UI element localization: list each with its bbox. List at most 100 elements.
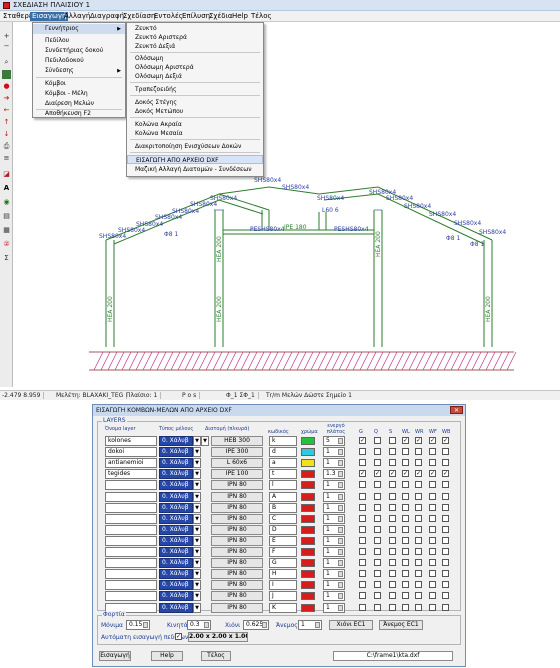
load-checkbox[interactable]: [442, 559, 449, 567]
load-checkbox[interactable]: [402, 548, 409, 555]
member-type-select[interactable]: 0. Χάλυβ: [159, 469, 193, 480]
live-load-input[interactable]: 0.3: [187, 620, 211, 630]
color-swatch[interactable]: [301, 592, 315, 601]
spin-icon[interactable]: [338, 515, 343, 522]
chevron-down-icon[interactable]: ▼: [193, 524, 201, 535]
layer-name-input[interactable]: [105, 513, 157, 524]
width-spinner[interactable]: 1: [323, 535, 345, 546]
load-checkbox[interactable]: [442, 481, 449, 489]
load-checkbox[interactable]: [442, 581, 449, 589]
number-tool-icon[interactable]: ②: [2, 240, 11, 249]
load-checkbox[interactable]: [402, 525, 409, 533]
layer-name-input[interactable]: [105, 502, 157, 513]
load-checkbox[interactable]: [402, 603, 409, 611]
arrow-left-tool-icon[interactable]: ←: [2, 106, 11, 115]
load-checkbox[interactable]: [429, 581, 436, 589]
load-checkbox[interactable]: [429, 570, 436, 578]
load-checkbox[interactable]: [374, 448, 381, 456]
load-checkbox[interactable]: [389, 437, 396, 444]
load-checkbox[interactable]: [389, 448, 396, 456]
snow-load-input[interactable]: 0.625: [243, 620, 269, 630]
permanent-load-input[interactable]: 0.15: [126, 620, 150, 630]
code-input[interactable]: d: [269, 447, 297, 458]
code-input[interactable]: I: [269, 580, 297, 591]
spin-icon[interactable]: [338, 526, 343, 533]
load-checkbox[interactable]: [359, 536, 366, 544]
load-checkbox[interactable]: [415, 481, 422, 489]
member-type-select[interactable]: 0. Χάλυβ: [159, 602, 193, 613]
width-spinner[interactable]: 5: [323, 436, 345, 446]
load-checkbox[interactable]: [389, 525, 396, 533]
spin-icon[interactable]: [338, 471, 343, 478]
menu-item-generator[interactable]: Γεννήτριος ▶: [33, 24, 125, 34]
width-spinner[interactable]: 1: [323, 591, 345, 602]
snow-ec1-button[interactable]: Χιόνι EC1: [329, 620, 373, 630]
arrow-down-tool-icon[interactable]: ↓: [2, 130, 11, 139]
chevron-down-icon[interactable]: ▼: [193, 480, 201, 491]
load-checkbox[interactable]: [415, 459, 422, 467]
menu-item-save[interactable]: Αποθήκευση F2: [33, 109, 125, 119]
load-checkbox[interactable]: [442, 514, 449, 522]
member-type-select[interactable]: 0. Χάλυβ: [159, 591, 193, 602]
load-checkbox[interactable]: ✓: [359, 470, 366, 478]
section-button[interactable]: IPN 80: [211, 558, 263, 569]
menu-item-diairesi[interactable]: Διαίρεση Μελών: [33, 99, 125, 109]
load-checkbox[interactable]: [359, 548, 366, 555]
wind-ec1-button[interactable]: Άνεμος EC1: [379, 620, 423, 630]
load-checkbox[interactable]: [442, 503, 449, 511]
width-spinner[interactable]: 1: [323, 524, 345, 535]
spin-icon[interactable]: [338, 537, 343, 544]
submenu-item-kolona-akraia[interactable]: Κολώνα Ακραία: [127, 120, 263, 129]
menu-telos[interactable]: Τέλος: [249, 12, 274, 21]
layer-name-input[interactable]: [105, 480, 157, 491]
width-spinner[interactable]: 1: [323, 602, 345, 613]
color-swatch[interactable]: [301, 503, 315, 512]
mesh-tool-icon[interactable]: ▦: [2, 226, 11, 235]
submenu-item-dokos-stegis[interactable]: Δοκός Στέγης: [127, 98, 263, 107]
load-checkbox[interactable]: [359, 570, 366, 578]
load-checkbox[interactable]: [389, 559, 396, 567]
color-swatch[interactable]: [301, 470, 315, 479]
width-spinner[interactable]: 1: [323, 458, 345, 469]
section-button[interactable]: IPN 80: [211, 602, 263, 613]
zoom-icon[interactable]: ⌕: [2, 58, 11, 67]
color-swatch[interactable]: [301, 448, 315, 457]
color-swatch[interactable]: [301, 603, 315, 612]
layer-name-input[interactable]: [105, 535, 157, 546]
load-checkbox[interactable]: [402, 503, 409, 511]
load-checkbox[interactable]: [359, 592, 366, 600]
chart-tool-icon[interactable]: ▤: [2, 212, 11, 221]
submenu-item-olosomi-left[interactable]: Ολόσωμη Αριστερά: [127, 63, 263, 72]
auto-footing-checkbox[interactable]: ✓: [175, 633, 182, 640]
load-checkbox[interactable]: ✓: [402, 470, 409, 478]
load-checkbox[interactable]: [359, 525, 366, 533]
spin-icon[interactable]: [338, 604, 343, 611]
load-checkbox[interactable]: [359, 559, 366, 567]
layer-name-input[interactable]: [105, 591, 157, 602]
section-button[interactable]: IPN 80: [211, 480, 263, 491]
arrow-up-tool-icon[interactable]: ↑: [2, 118, 11, 127]
dimension-tool-icon[interactable]: ◪: [2, 170, 11, 179]
footing-size-button[interactable]: 2.00 x 2.00 x 1.00: [188, 632, 248, 642]
chevron-down-icon[interactable]: ▼: [193, 469, 201, 480]
load-checkbox[interactable]: [415, 592, 422, 600]
insert-button[interactable]: Εισαγωγή: [99, 651, 131, 661]
load-checkbox[interactable]: [374, 592, 381, 600]
code-input[interactable]: k: [269, 436, 297, 446]
code-input[interactable]: H: [269, 569, 297, 580]
load-checkbox[interactable]: [402, 536, 409, 544]
load-checkbox[interactable]: [429, 592, 436, 600]
load-checkbox[interactable]: [429, 559, 436, 567]
load-checkbox[interactable]: [359, 503, 366, 511]
load-checkbox[interactable]: [429, 481, 436, 489]
section-button[interactable]: IPN 80: [211, 591, 263, 602]
load-checkbox[interactable]: [389, 592, 396, 600]
section-button[interactable]: HEB 300: [211, 436, 263, 446]
spin-icon[interactable]: [338, 449, 343, 456]
spin-icon[interactable]: [338, 460, 343, 467]
load-checkbox[interactable]: [374, 514, 381, 522]
load-checkbox[interactable]: [415, 559, 422, 567]
submenu-item-zeukto[interactable]: Ζευκτό: [127, 24, 263, 33]
print-tool-icon[interactable]: ⎙: [2, 142, 11, 151]
load-checkbox[interactable]: [374, 548, 381, 555]
